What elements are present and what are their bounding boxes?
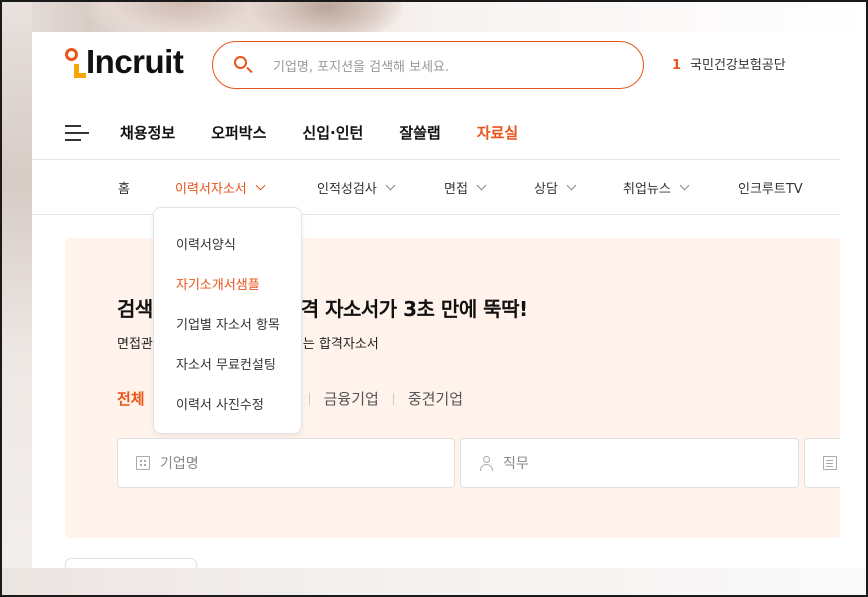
hero-title-left: 검색 — [117, 297, 153, 321]
background-photo-left — [2, 2, 32, 595]
dropdown-item-photo-edit[interactable]: 이력서 사진수정 — [176, 394, 264, 413]
rank-label[interactable]: 국민건강보험공단 — [690, 58, 786, 73]
search-bar[interactable]: 기업명, 포지션을 검색해 보세요. — [212, 41, 644, 89]
hero-sub-left: 면접관 — [117, 337, 153, 352]
chevron-down-icon — [255, 180, 266, 191]
keyword-field[interactable] — [804, 438, 840, 488]
background-photo-bottom — [2, 568, 866, 595]
dropdown-item-company-questions[interactable]: 기업별 자소서 항목 — [176, 314, 280, 333]
bottom-card[interactable] — [65, 558, 197, 568]
rank-number: 1 — [672, 58, 682, 73]
resume-dropdown-menu: 이력서양식 자기소개서샘플 기업별 자소서 항목 자소서 무료컨설팅 이력서 사… — [153, 207, 302, 434]
menu-icon[interactable] — [65, 125, 89, 141]
search-icon[interactable] — [233, 55, 253, 75]
dropdown-item-resume-form[interactable]: 이력서양식 — [176, 234, 236, 253]
subnav-item-consult[interactable]: 상담 — [534, 178, 577, 197]
chevron-down-icon — [385, 180, 396, 191]
subnav-item-home[interactable]: 홈 — [118, 178, 130, 197]
tab-all[interactable]: 전체 — [117, 388, 145, 409]
subnav-label: 상담 — [534, 182, 558, 197]
logo-text: Incruit — [86, 43, 184, 80]
realtime-rank[interactable]: 1 국민건강보험공단 — [672, 54, 786, 73]
logo-mark-icon — [64, 44, 86, 80]
subnav-label: 이력서자소서 — [175, 182, 247, 197]
subnav-item-aptitude[interactable]: 인적성검사 — [317, 178, 396, 197]
nav-item-jobs[interactable]: 채용정보 — [120, 122, 175, 143]
tab-separator — [392, 392, 394, 405]
tab-finance[interactable]: 금융기업 — [324, 388, 379, 409]
search-input[interactable]: 기업명, 포지션을 검색해 보세요. — [273, 56, 449, 75]
person-icon — [479, 456, 493, 471]
hero-sub-right: 넘는 합격자소서 — [290, 337, 379, 352]
dropdown-item-free-consulting[interactable]: 자소서 무료컨설팅 — [176, 354, 276, 373]
tab-midsize[interactable]: 중견기업 — [408, 388, 463, 409]
subnav-label: 취업뉴스 — [623, 182, 671, 197]
subnav-label: 인적성검사 — [317, 182, 377, 197]
screenshot-frame: Incruit 기업명, 포지션을 검색해 보세요. 1 국민건강보험공단 채용정… — [0, 0, 868, 597]
tab-separator — [308, 392, 310, 405]
dropdown-item-cover-letter-sample[interactable]: 자기소개서샘플 — [176, 274, 260, 293]
subnav-label: 면접 — [444, 182, 468, 197]
subnav-item-interview[interactable]: 면접 — [444, 178, 487, 197]
subnav-item-news[interactable]: 취업뉴스 — [623, 178, 690, 197]
job-placeholder: 직무 — [503, 456, 529, 472]
document-icon — [823, 456, 837, 470]
hero-title-right: 합격 자소서가 3초 만에 뚝딱! — [282, 297, 528, 321]
incruit-logo[interactable]: Incruit — [64, 42, 184, 82]
chevron-down-icon — [566, 180, 577, 191]
company-field[interactable]: 기업명 — [117, 438, 455, 488]
subnav-label: 인크루트TV — [738, 182, 803, 197]
subnav-label: 홈 — [118, 182, 130, 197]
nav-item-offerbox[interactable]: 오퍼박스 — [211, 122, 266, 143]
nav-item-jalsseullab[interactable]: 잘쓸랩 — [399, 122, 440, 143]
job-field[interactable]: 직무 — [460, 438, 799, 488]
company-placeholder: 기업명 — [160, 456, 199, 472]
building-icon — [136, 456, 150, 470]
nav-item-newcomer-intern[interactable]: 신입·인턴 — [302, 122, 363, 143]
chevron-down-icon — [476, 180, 487, 191]
divider — [32, 159, 840, 160]
subnav-item-tv[interactable]: 인크루트TV — [738, 178, 803, 197]
chevron-down-icon — [679, 180, 690, 191]
nav-item-resources[interactable]: 자료실 — [477, 122, 518, 143]
subnav-item-resume[interactable]: 이력서자소서 — [175, 178, 266, 197]
main-nav: 채용정보 오퍼박스 신입·인턴 잘쓸랩 자료실 — [120, 122, 554, 143]
